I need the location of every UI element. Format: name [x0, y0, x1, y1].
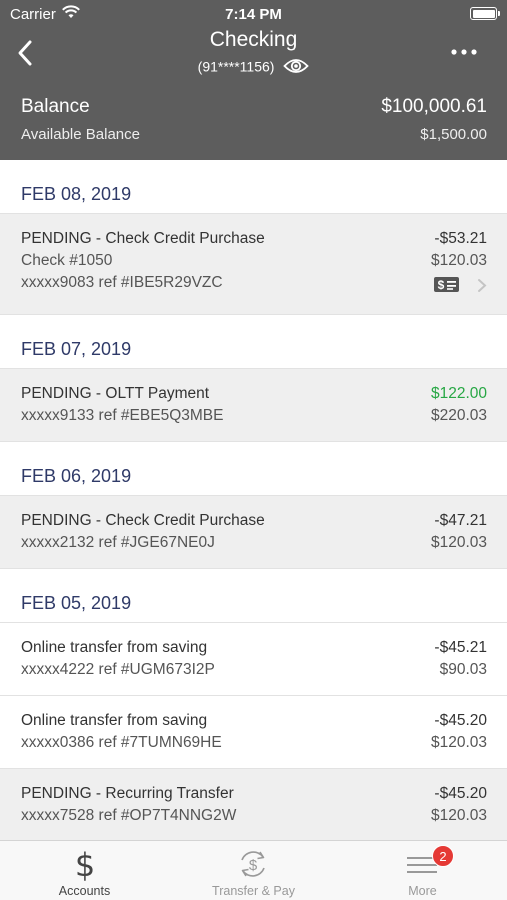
transaction-reference: xxxxx9133 ref #EBE5Q3MBE: [21, 407, 224, 424]
check-image-icon[interactable]: $: [433, 276, 460, 293]
svg-text:$: $: [438, 278, 445, 292]
transaction-row[interactable]: Online transfer from saving xxxxx4222 re…: [0, 623, 507, 696]
transaction-description: PENDING - Recurring Transfer: [21, 785, 234, 802]
available-balance-value: $1,500.00: [420, 126, 487, 143]
tab-transfer-pay[interactable]: $ Transfer & Pay: [169, 841, 338, 900]
running-balance: $220.03: [430, 407, 487, 424]
dollar-icon: $: [75, 846, 95, 882]
transaction-row[interactable]: PENDING - Check Credit Purchase xxxxx213…: [0, 496, 507, 569]
transaction-reference: xxxxx4222 ref #UGM673I2P: [21, 661, 215, 678]
running-balance: $120.03: [430, 734, 487, 751]
status-bar: Carrier 7:14 PM: [0, 0, 507, 28]
transaction-amount: -$45.20: [434, 712, 487, 729]
eye-icon[interactable]: [283, 57, 310, 75]
date-header: FEB 07, 2019: [0, 315, 507, 369]
transaction-reference: xxxxx7528 ref #OP7T4NNG2W: [21, 807, 237, 824]
transaction-amount: $122.00: [430, 385, 487, 402]
tab-accounts[interactable]: $ Accounts: [0, 841, 169, 900]
transaction-reference: xxxxx9083 ref #IBE5R29VZC: [21, 274, 223, 291]
balance-value: $100,000.61: [381, 96, 487, 117]
running-balance: $120.03: [430, 252, 487, 269]
page-title: Checking: [209, 28, 298, 51]
battery-icon: [470, 7, 500, 20]
running-balance: $120.03: [430, 534, 487, 551]
transaction-row[interactable]: PENDING - Check Credit Purchase Check #1…: [0, 214, 507, 315]
transaction-amount: -$47.21: [434, 512, 487, 529]
transaction-reference: xxxxx0386 ref #7TUMN69HE: [21, 734, 222, 751]
account-number: (91****1156): [197, 58, 275, 75]
transaction-description: Online transfer from saving: [21, 639, 208, 656]
notification-badge: 2: [432, 845, 454, 867]
more-options-icon[interactable]: [449, 42, 479, 62]
running-balance: $90.03: [439, 661, 487, 678]
transaction-description: PENDING - Check Credit Purchase: [21, 230, 265, 247]
transaction-amount: -$45.21: [434, 639, 487, 656]
date-header: FEB 05, 2019: [0, 569, 507, 623]
tab-label: More: [408, 884, 437, 898]
check-number: Check #1050: [21, 252, 113, 269]
running-balance: $120.03: [430, 807, 487, 824]
transaction-list[interactable]: FEB 08, 2019 PENDING - Check Credit Purc…: [0, 160, 507, 840]
svg-text:$: $: [75, 846, 95, 882]
transaction-row[interactable]: PENDING - OLTT Payment xxxxx9133 ref #EB…: [0, 369, 507, 442]
account-number-row: (91****1156): [0, 57, 507, 75]
chevron-right-icon: [478, 279, 487, 292]
transaction-description: PENDING - Check Credit Purchase: [21, 512, 265, 529]
transaction-description: Online transfer from saving: [21, 712, 208, 729]
tab-bar: $ Accounts $ Transfer & Pay 2 More: [0, 840, 507, 900]
date-header: FEB 06, 2019: [0, 442, 507, 496]
transaction-amount: -$53.21: [434, 230, 487, 247]
balance-label: Balance: [21, 96, 90, 117]
available-balance-label: Available Balance: [21, 126, 140, 143]
date-header: FEB 08, 2019: [0, 160, 507, 214]
account-header: Carrier 7:14 PM Checking (91****1156) Ba…: [0, 0, 507, 160]
transaction-amount: -$45.20: [434, 785, 487, 802]
tab-label: Transfer & Pay: [212, 884, 295, 898]
transaction-reference: xxxxx2132 ref #JGE67NE0J: [21, 534, 215, 551]
transaction-row[interactable]: Online transfer from saving xxxxx0386 re…: [0, 696, 507, 769]
svg-text:$: $: [249, 857, 258, 874]
transfer-cycle-icon: $: [241, 851, 265, 877]
transaction-description: PENDING - OLTT Payment: [21, 385, 210, 402]
tab-more[interactable]: 2 More: [338, 841, 507, 900]
transaction-row[interactable]: PENDING - Recurring Transfer xxxxx7528 r…: [0, 769, 507, 840]
tab-label: Accounts: [58, 884, 111, 898]
clock: 7:14 PM: [225, 6, 282, 23]
